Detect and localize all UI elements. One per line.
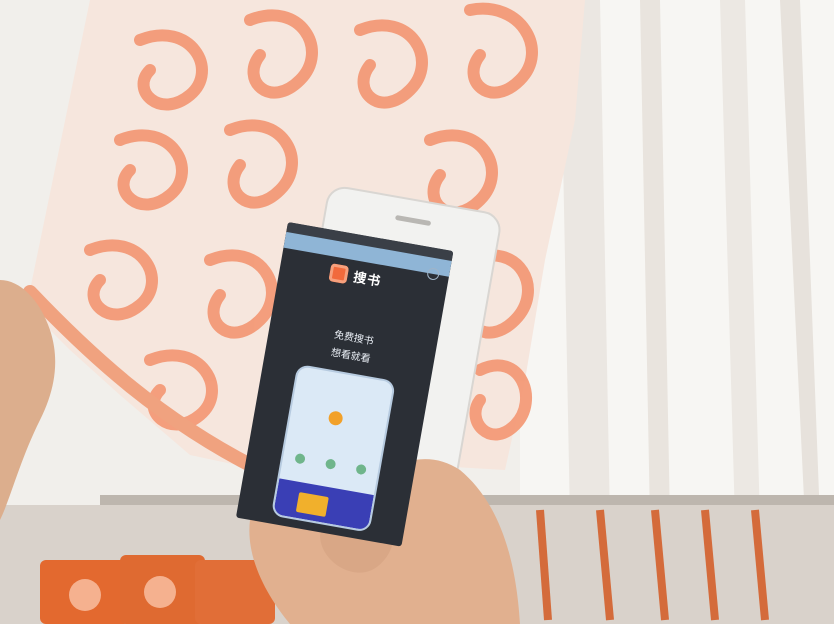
preview-banner bbox=[273, 478, 374, 531]
preview-card bbox=[295, 492, 329, 517]
app-brand: 搜书 bbox=[328, 262, 383, 290]
preview-chip-icon bbox=[355, 463, 367, 476]
preview-chip-icon bbox=[324, 458, 337, 470]
preview-icon bbox=[327, 410, 344, 427]
photo: 搜书 免费搜书 想看就看 bbox=[0, 0, 834, 624]
app-logo-icon bbox=[328, 262, 350, 284]
preview-phone bbox=[273, 366, 394, 531]
preview-icons-row bbox=[294, 452, 367, 476]
preview-chip-icon bbox=[294, 452, 306, 465]
app-name: 搜书 bbox=[352, 270, 383, 290]
orange-boxes bbox=[40, 555, 275, 624]
